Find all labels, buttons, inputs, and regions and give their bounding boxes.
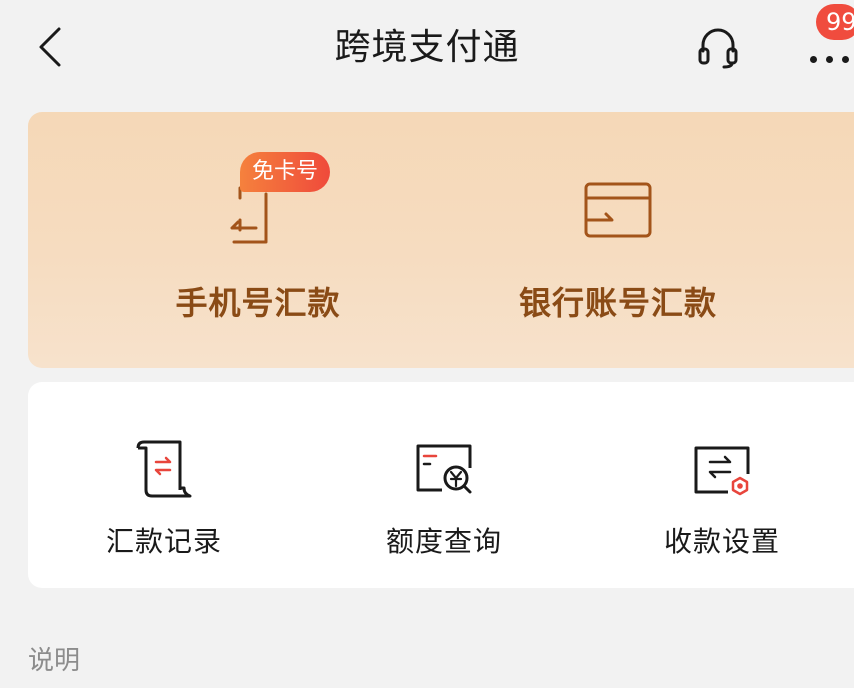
bank-account-transfer-label: 银行账号汇款 [518, 284, 717, 322]
phone-transfer-label: 手机号汇款 [175, 284, 341, 322]
tools-card: 汇款记录 额度查询 收款设置 [28, 382, 854, 588]
phone-transfer-button[interactable]: 手机号汇款 [88, 112, 428, 368]
notification-badge: 99 [816, 4, 854, 40]
receive-settings-button[interactable]: 收款设置 [602, 382, 842, 588]
transfer-options-card: 手机号汇款 银行账号汇款 [28, 112, 854, 368]
scroll-record-icon [136, 440, 192, 498]
no-card-number-tag: 免卡号 [240, 152, 331, 192]
customer-service-button[interactable] [690, 22, 746, 72]
quota-query-button[interactable]: 额度查询 [324, 382, 564, 588]
remittance-record-label: 汇款记录 [105, 525, 222, 558]
section-label-explanation: 说明 [28, 646, 81, 676]
receive-settings-icon [694, 446, 750, 496]
quota-query-label: 额度查询 [385, 525, 502, 558]
quota-search-icon [416, 444, 472, 494]
more-dots-icon [806, 56, 854, 66]
remittance-record-button[interactable]: 汇款记录 [44, 382, 284, 588]
bank-card-transfer-icon [584, 182, 652, 238]
headset-icon [698, 28, 738, 69]
bank-account-transfer-button[interactable]: 银行账号汇款 [448, 112, 788, 368]
receive-settings-label: 收款设置 [663, 525, 780, 558]
top-bar: 跨境支付通 99 [0, 0, 854, 100]
